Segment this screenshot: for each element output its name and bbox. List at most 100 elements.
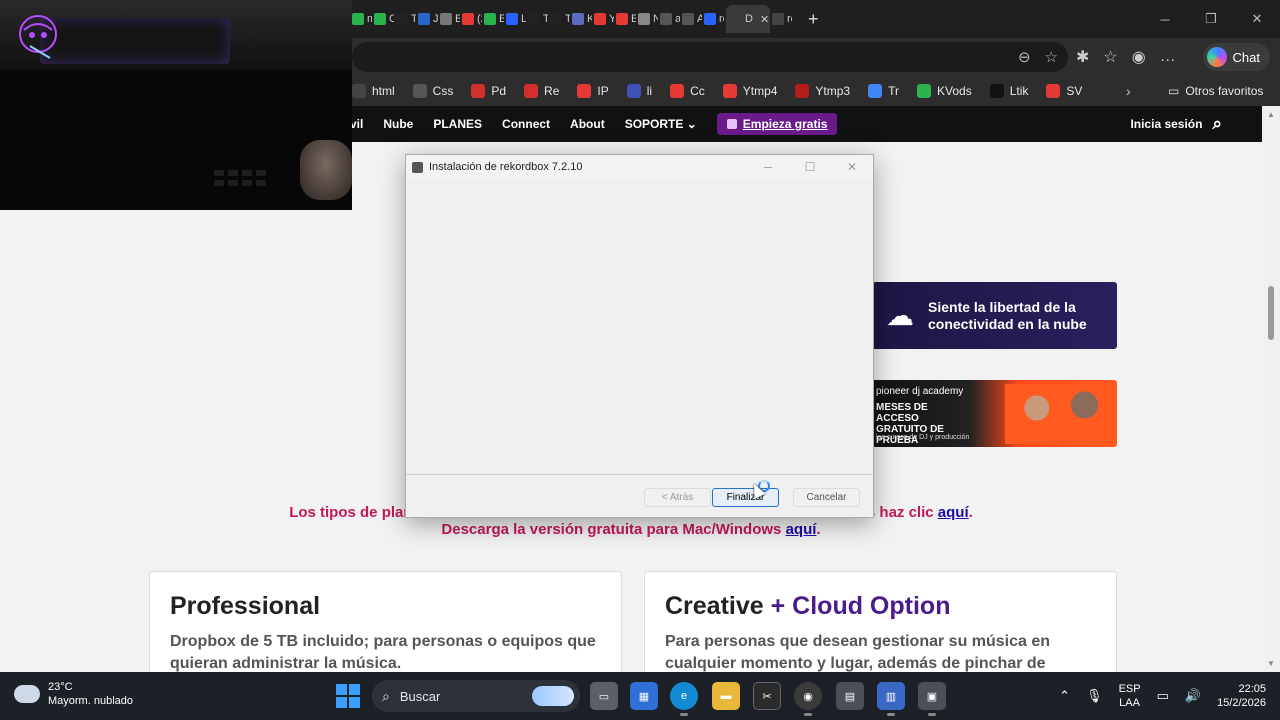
- url-input[interactable]: ⊖ ☆: [352, 42, 1068, 72]
- extensions-icon[interactable]: ✱: [1076, 47, 1089, 67]
- browser-tab[interactable]: Li: [506, 5, 526, 33]
- page-scrollbar[interactable]: ▲ ▼: [1262, 106, 1280, 672]
- browser-tab[interactable]: re: [704, 5, 724, 33]
- tab-favicon-icon: [594, 13, 606, 25]
- bookmark-item[interactable]: Css: [412, 84, 453, 98]
- browser-tab[interactable]: El: [616, 5, 636, 33]
- free-download-link[interactable]: aquí: [786, 521, 817, 538]
- restore-button[interactable]: ❐: [1188, 0, 1234, 38]
- browser-tab[interactable]: m: [352, 5, 372, 33]
- cloud-promo-banner[interactable]: ☁ Siente la libertad de la conectividad …: [872, 282, 1117, 349]
- scrollbar-thumb[interactable]: [1268, 286, 1274, 340]
- file-explorer-icon[interactable]: ▬: [712, 682, 740, 710]
- start-button[interactable]: [336, 684, 360, 708]
- close-tab-icon[interactable]: ✕: [760, 13, 769, 26]
- obs-icon[interactable]: ◉: [794, 682, 822, 716]
- edge-icon[interactable]: e: [670, 682, 698, 716]
- chevron-up-icon[interactable]: ⌃: [1059, 688, 1070, 704]
- nav-item-planes[interactable]: PLANES: [433, 117, 482, 131]
- more-menu-icon[interactable]: …: [1160, 48, 1176, 66]
- installer-app-icon: [412, 161, 423, 173]
- language-indicator[interactable]: ESP LAA: [1119, 682, 1141, 710]
- capcut-icon[interactable]: ✂: [753, 682, 781, 710]
- weather-widget[interactable]: 23°C Mayorm. nublado: [14, 680, 133, 708]
- bookmark-label: Ltik: [1009, 84, 1029, 98]
- minimize-button[interactable]: ─: [1142, 0, 1188, 38]
- mixer-app-icon[interactable]: ▥: [877, 682, 905, 716]
- nav-item-about[interactable]: About: [570, 117, 605, 131]
- search-icon: ⌕: [382, 687, 390, 704]
- academy-promo-banner[interactable]: pioneer dj academy MESES DE ACCESO GRATU…: [872, 380, 1117, 447]
- bookmark-item[interactable]: Ytmp4: [722, 84, 777, 98]
- network-icon[interactable]: ▭: [1157, 688, 1169, 704]
- browser-tab[interactable]: Ki: [572, 5, 592, 33]
- bookmark-item[interactable]: Re: [524, 84, 559, 98]
- taskbar-search[interactable]: ⌕ Buscar: [372, 680, 580, 712]
- start-free-button[interactable]: Empieza gratis: [716, 113, 838, 135]
- new-tab-button[interactable]: +: [808, 9, 828, 30]
- favorites-icon[interactable]: ☆: [1103, 47, 1117, 67]
- tab-label: Ju: [433, 13, 438, 25]
- installer-taskbar-icon[interactable]: ▣: [918, 682, 946, 716]
- scroll-up-arrow-icon[interactable]: ▲: [1267, 110, 1275, 119]
- close-window-button[interactable]: ✕: [1234, 0, 1280, 38]
- profile-icon[interactable]: ◉: [1132, 47, 1146, 67]
- bookmark-item[interactable]: Cc: [670, 84, 705, 98]
- browser-tab[interactable]: Ti: [550, 5, 570, 33]
- volume-icon[interactable]: 🔊: [1185, 688, 1201, 704]
- browser-tab[interactable]: Er: [440, 5, 460, 33]
- browser-tab[interactable]: D ✕: [726, 5, 770, 33]
- favorite-star-icon[interactable]: ☆: [1045, 48, 1058, 66]
- browser-tab[interactable]: Ti: [396, 5, 416, 33]
- browser-tab[interactable]: re: [772, 5, 792, 33]
- nav-item[interactable]: vil: [350, 117, 363, 131]
- bookmark-item[interactable]: KVods: [917, 84, 972, 98]
- tab-favicon-icon: [704, 13, 716, 25]
- browser-tab[interactable]: C: [374, 5, 394, 33]
- browser-tab[interactable]: ar: [660, 5, 680, 33]
- webcam-overlay: [0, 0, 352, 210]
- bookmark-item[interactable]: li: [626, 84, 652, 98]
- bookmark-item[interactable]: Pd: [471, 84, 506, 98]
- bookmark-item[interactable]: SV: [1046, 84, 1082, 98]
- store-icon[interactable]: ▦: [630, 682, 658, 710]
- browser-tab[interactable]: Ju: [418, 5, 438, 33]
- tab-favicon-icon: [484, 13, 496, 25]
- browser-tab[interactable]: N: [638, 5, 658, 33]
- nav-item-connect[interactable]: Connect: [502, 117, 550, 131]
- bookmark-item[interactable]: IP: [577, 84, 609, 98]
- other-favorites-folder[interactable]: ▭ Otros favoritos: [1168, 76, 1263, 106]
- calculator-icon[interactable]: ▤: [836, 682, 864, 710]
- browser-tab[interactable]: (2: [462, 5, 482, 33]
- academy-photo: [1005, 384, 1111, 444]
- browser-tab[interactable]: El: [484, 5, 504, 33]
- bookmark-item[interactable]: html: [352, 84, 395, 98]
- bookmark-item[interactable]: Ytmp3: [795, 84, 850, 98]
- browser-tab[interactable]: A: [682, 5, 702, 33]
- copilot-chat-button[interactable]: Chat: [1202, 43, 1270, 71]
- tab-label: El: [631, 13, 636, 25]
- bookmark-item[interactable]: Ltik: [989, 84, 1029, 98]
- clock[interactable]: 22:05 15/2/2026: [1217, 682, 1266, 710]
- gift-icon: [726, 119, 737, 129]
- tab-favicon-icon: [440, 13, 452, 25]
- plan-title: Creative + Cloud Option: [665, 592, 1096, 621]
- bookmarks-overflow-chevron-icon[interactable]: ›: [1126, 76, 1131, 106]
- tab-favicon-icon: [462, 13, 474, 25]
- windows-logo-pane: [336, 684, 347, 695]
- login-link[interactable]: Inicia sesión: [1130, 117, 1202, 131]
- search-icon[interactable]: ⌕: [1212, 114, 1222, 134]
- microphone-icon[interactable]: 🎙: [1086, 688, 1103, 704]
- nav-item-soporte[interactable]: SOPORTE ⌄: [625, 117, 697, 131]
- browser-tab[interactable]: Yo: [594, 5, 614, 33]
- plans-details-link[interactable]: aquí: [938, 504, 969, 521]
- finish-button[interactable]: Finalizar: [712, 488, 779, 507]
- reader-icon[interactable]: ⊖: [1018, 48, 1031, 66]
- nav-item-nube[interactable]: Nube: [383, 117, 413, 131]
- bookmark-item[interactable]: Tr: [868, 84, 899, 98]
- scroll-down-arrow-icon[interactable]: ▼: [1267, 659, 1275, 668]
- task-view-icon[interactable]: ▭: [590, 682, 618, 710]
- windows-logo-pane: [349, 684, 360, 695]
- dialog-minimize-button[interactable]: ─: [747, 155, 789, 179]
- browser-tab[interactable]: Ti: [528, 5, 548, 33]
